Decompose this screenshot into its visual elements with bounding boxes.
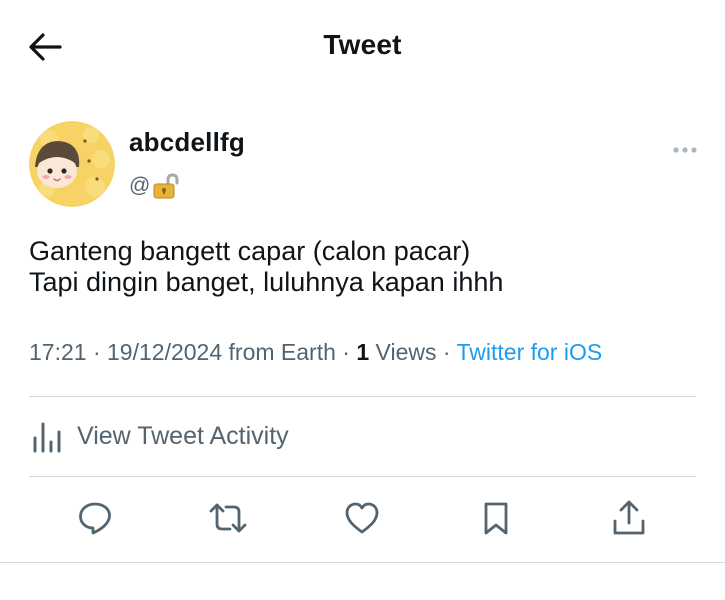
retweet-icon — [209, 503, 247, 533]
reply-icon — [79, 502, 111, 535]
retweet-button[interactable] — [206, 496, 250, 540]
bookmark-icon — [484, 502, 508, 535]
avatar[interactable] — [29, 121, 115, 207]
more-dots-icon — [673, 147, 697, 153]
page-title: Tweet — [323, 29, 402, 60]
heart-icon — [345, 502, 379, 534]
meta-separator: · — [86, 339, 108, 365]
activity-label: View Tweet Activity — [77, 421, 289, 450]
view-tweet-activity-button[interactable]: View Tweet Activity — [29, 404, 696, 468]
display-name[interactable]: abcdellfg — [129, 127, 245, 158]
tweet-time: 17:21 — [29, 339, 87, 365]
divider — [29, 476, 696, 477]
share-button[interactable] — [607, 496, 651, 540]
action-bar — [0, 478, 725, 562]
handle-prefix: @ — [129, 174, 151, 197]
tweet-line: Tapi dingin banget, luluhnya kapan ihhh — [29, 267, 504, 297]
views-label: Views — [369, 339, 437, 365]
lock-icon — [152, 172, 180, 200]
like-button[interactable] — [340, 496, 384, 540]
share-icon — [613, 500, 645, 535]
tweet-text: Ganteng bangett capar (calon pacar) Tapi… — [29, 236, 689, 298]
divider — [0, 562, 725, 563]
divider — [29, 396, 696, 397]
bookmark-button[interactable] — [474, 496, 518, 540]
tweet-meta: 17:21 · 19/12/2024 from Earth · 1 Views … — [29, 339, 602, 366]
user-handle[interactable]: @ — [129, 172, 180, 200]
meta-separator: · — [436, 339, 457, 365]
more-options-button[interactable] — [668, 138, 702, 162]
tweet-line: Ganteng bangett capar (calon pacar) — [29, 236, 471, 266]
meta-separator: · — [335, 339, 357, 365]
views-count: 1 — [356, 339, 370, 365]
client-link[interactable]: Twitter for iOS — [457, 339, 603, 365]
bar-chart-icon — [33, 422, 61, 453]
tweet-date: 19/12/2024 from Earth — [107, 339, 336, 365]
top-bar: Tweet — [0, 0, 725, 92]
reply-button[interactable] — [73, 496, 117, 540]
